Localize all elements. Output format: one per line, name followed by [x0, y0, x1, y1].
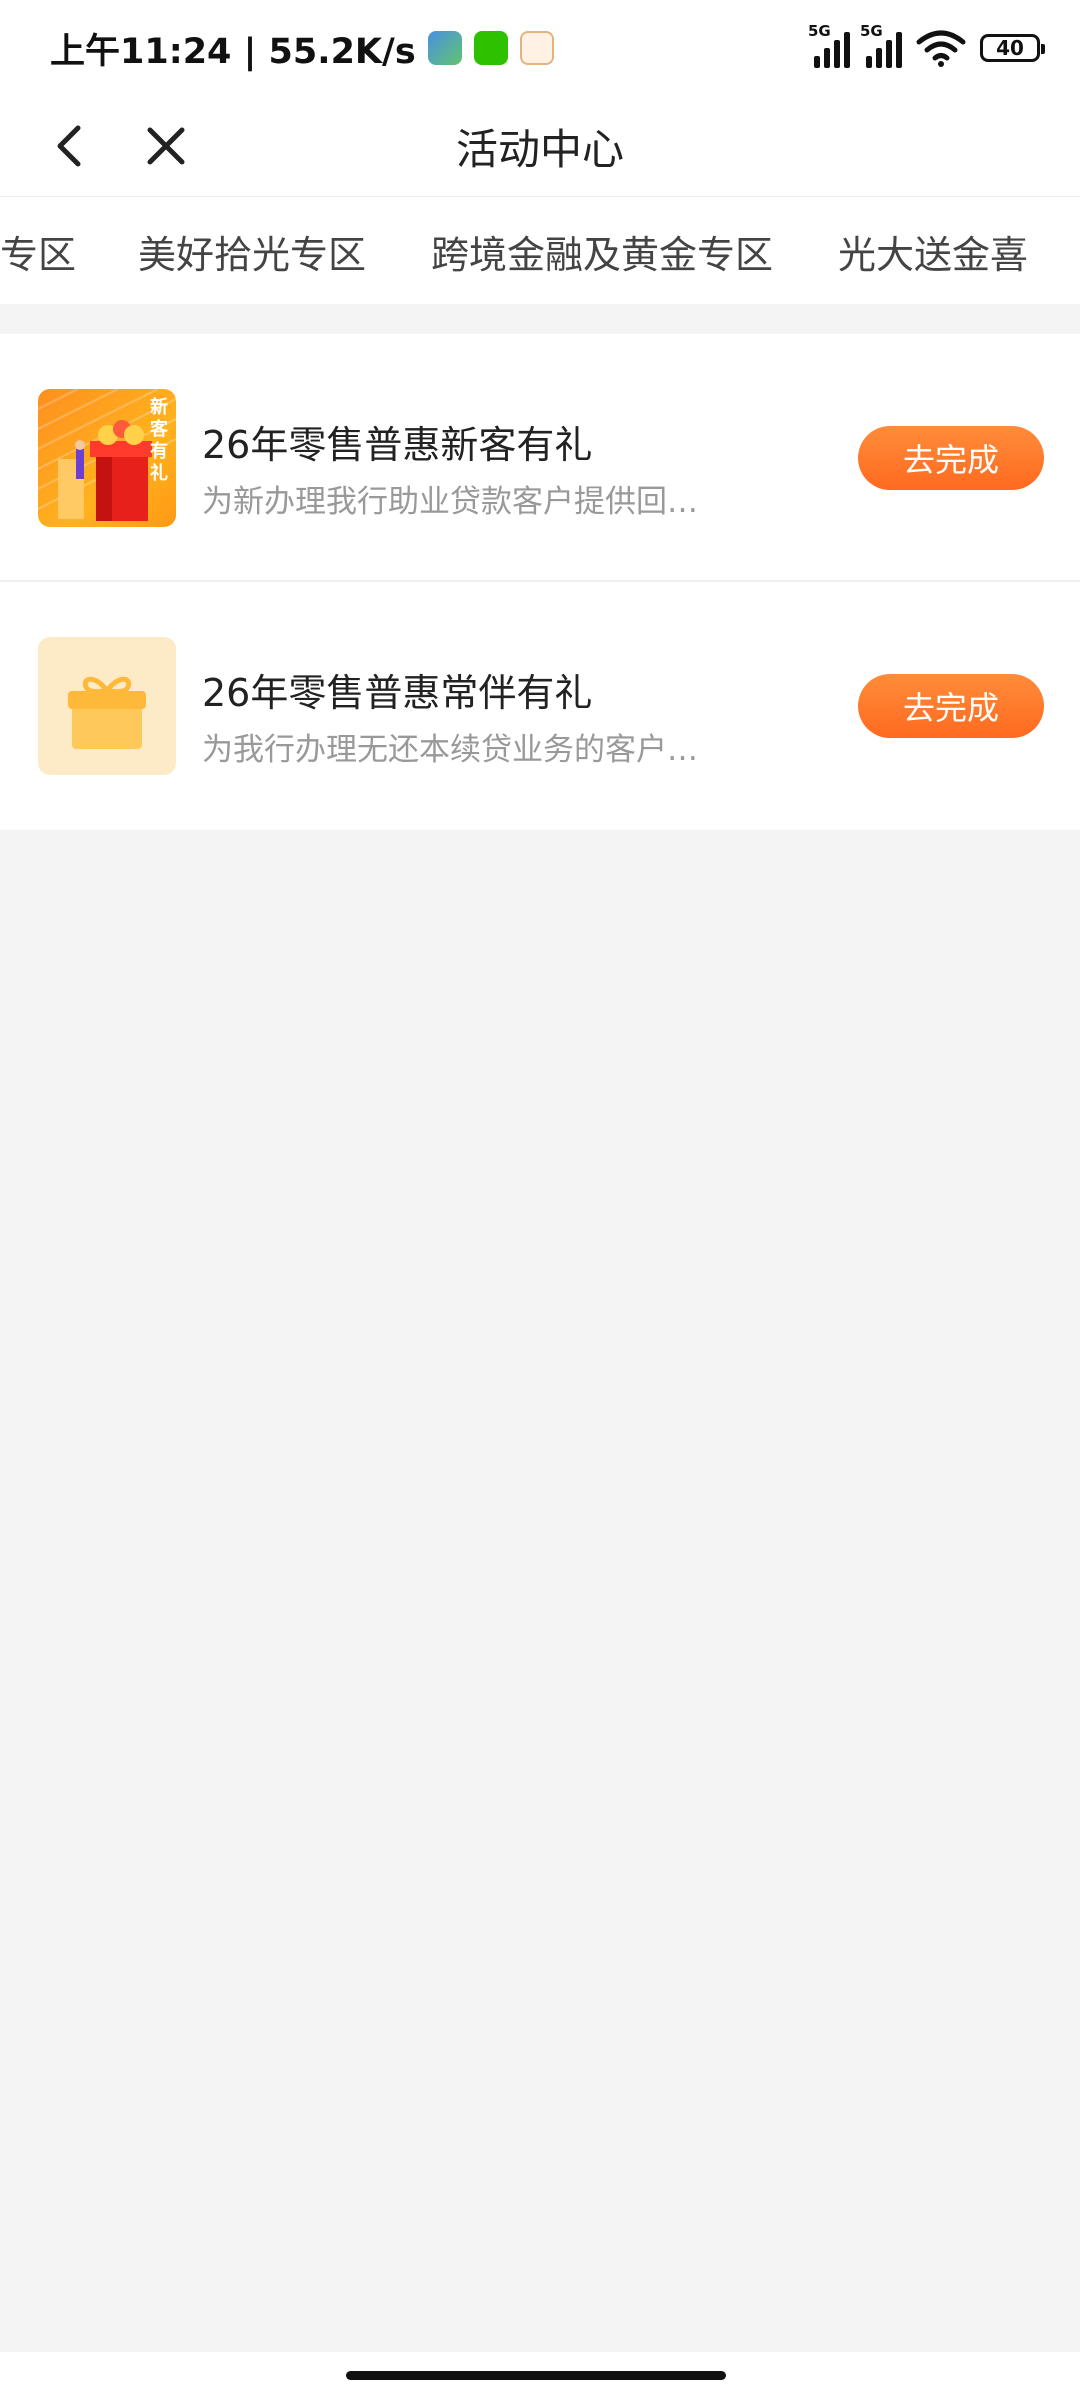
activity-item-companion[interactable]: 26年零售普惠常伴有礼 为我行办理无还本续贷业务的客户… 去完成 — [0, 582, 1080, 830]
page: 上午11:24 | 55.2K/s 5G 5G 40 活动中心 专区 美好拾光专… — [0, 0, 1080, 2400]
signal-icon: 5G — [808, 22, 850, 68]
activity-item-new-client[interactable]: 新客有礼 26年零售普惠新客有礼 为新办理我行助业贷款客户提供回… 去完成 — [0, 334, 1080, 582]
category-tabs: 专区 美好拾光专区 跨境金融及黄金专区 光大送金喜 — [0, 196, 1080, 305]
tab-guangda-gold[interactable]: 光大送金喜 — [838, 197, 1028, 305]
gallery-app-icon — [427, 31, 462, 65]
go-complete-button[interactable]: 去完成 — [858, 674, 1044, 738]
nav-bar: 活动中心 — [0, 96, 1080, 196]
battery-level: 40 — [996, 36, 1024, 60]
activity-list: 新客有礼 26年零售普惠新客有礼 为新办理我行助业贷款客户提供回… 去完成 26… — [0, 334, 1080, 830]
tab-cross-border-gold[interactable]: 跨境金融及黄金专区 — [431, 197, 773, 305]
signal-icon: 5G — [860, 22, 902, 68]
network-type-label: 5G — [808, 22, 831, 40]
status-left: 上午11:24 | 55.2K/s — [50, 22, 554, 74]
wifi-icon — [916, 30, 966, 67]
battery-icon: 40 — [980, 34, 1045, 62]
status-right: 5G 5G 40 — [808, 22, 1045, 72]
new-client-gift-image: 新客有礼 — [38, 389, 176, 527]
tab-zone-partial[interactable]: 专区 — [0, 197, 76, 305]
tab-meihao-shiguang[interactable]: 美好拾光专区 — [138, 197, 366, 305]
gift-box-icon — [68, 676, 146, 749]
section-divider — [0, 304, 1080, 334]
status-bar: 上午11:24 | 55.2K/s 5G 5G 40 — [0, 0, 1080, 96]
activity-description: 为新办理我行助业贷款客户提供回… — [202, 484, 698, 520]
activity-title: 26年零售普惠常伴有礼 — [202, 671, 593, 715]
activity-title: 26年零售普惠新客有礼 — [202, 423, 593, 467]
home-indicator[interactable] — [346, 2371, 726, 2380]
page-title: 活动中心 — [455, 124, 624, 174]
go-complete-button[interactable]: 去完成 — [858, 426, 1044, 490]
network-type-label: 5G — [860, 22, 883, 40]
companion-gift-image — [38, 637, 176, 775]
activity-description: 为我行办理无还本续贷业务的客户… — [202, 732, 698, 768]
status-time: 上午11:24 | 55.2K/s — [50, 31, 416, 72]
thumb-caption: 新客有礼 — [150, 397, 168, 484]
game-app-icon — [519, 31, 554, 65]
wechat-app-icon — [473, 31, 508, 65]
